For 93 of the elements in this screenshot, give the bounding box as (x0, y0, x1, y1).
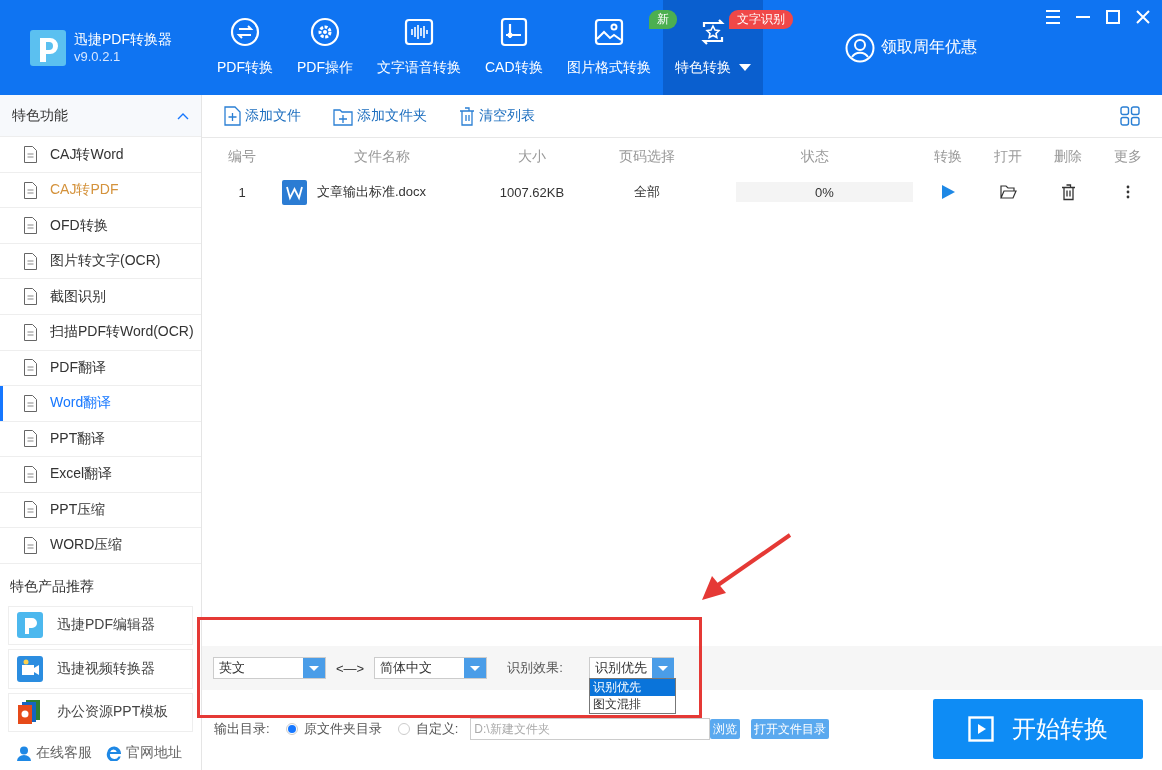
sidebar-item[interactable]: PPT翻译 (0, 421, 201, 458)
dropdown-option[interactable]: 图文混排 (589, 696, 675, 713)
progress-reading: 0% (815, 184, 834, 200)
app-logo-icon (30, 29, 66, 66)
browser-e-icon (106, 745, 122, 761)
nav-tab[interactable]: PDF操作 (285, 0, 365, 95)
play-square-icon (968, 716, 994, 742)
folder-icon[interactable] (999, 184, 1017, 200)
gear-circle-icon (308, 15, 342, 49)
chevron-up-icon[interactable] (177, 111, 189, 120)
column-header: 状态 (800, 148, 830, 166)
nav-tab[interactable]: PDF转换 (205, 0, 285, 95)
app-version: v9.0.2.1 (74, 47, 122, 66)
trash-icon (459, 106, 475, 126)
word-file-icon (282, 179, 307, 205)
column-header: 页码选择 (618, 148, 676, 166)
pdf-editor-app-icon (17, 612, 43, 639)
footer-link[interactable]: 官网地址 (106, 744, 182, 762)
document-icon (23, 359, 38, 377)
nav-badge: 文字识别 (728, 10, 793, 29)
swap-symbol: <—> (336, 660, 365, 676)
sidebar-item[interactable]: Word翻译 (0, 386, 201, 422)
document-icon (23, 536, 38, 554)
radio-label[interactable]: 原文件夹目录 (303, 720, 382, 738)
add-folder-icon (333, 106, 353, 126)
path-field[interactable]: D:\新建文件夹 (470, 718, 711, 740)
product-card[interactable]: 迅捷视频转换器 (8, 649, 193, 689)
footer-link[interactable]: 在线客服 (16, 744, 92, 762)
row-number: 1 (237, 184, 247, 200)
support-agent-icon (16, 745, 32, 761)
language-select[interactable]: 简体中文 (374, 657, 488, 679)
sidebar-item[interactable]: OFD转换 (0, 208, 201, 244)
column-header: 删除 (1053, 148, 1083, 166)
document-icon (23, 217, 38, 235)
product-card[interactable]: 办公资源PPT模板 (8, 692, 193, 732)
nav-tab[interactable]: 文字语音转换 (365, 0, 473, 95)
user-circle-icon (844, 32, 875, 63)
document-icon (23, 252, 38, 270)
app-title: 迅捷PDF转换器 (74, 29, 172, 48)
document-icon (23, 181, 38, 199)
radio-button[interactable] (285, 723, 298, 735)
radio-button[interactable] (397, 723, 410, 735)
maximize-icon[interactable] (1104, 8, 1122, 26)
menu-icon[interactable] (1044, 8, 1062, 26)
radio-label[interactable]: 自定义: (415, 720, 459, 738)
close-icon[interactable] (1134, 8, 1152, 26)
toolbar-button[interactable]: 添加文件夹 (333, 106, 427, 126)
add-file-icon (224, 106, 241, 126)
column-header: 打开 (993, 148, 1023, 166)
sidebar-item[interactable]: PDF翻译 (0, 350, 201, 387)
document-icon (23, 430, 38, 448)
more-vertical-icon[interactable] (1126, 185, 1130, 199)
language-select[interactable]: 英文 (213, 657, 326, 679)
dropdown-option[interactable]: 识别优先 (589, 679, 675, 696)
file-size: 1007.62KB (498, 184, 566, 200)
sidebar-item[interactable]: Excel翻译 (0, 457, 201, 493)
swap-circle-icon (228, 15, 262, 49)
toolbar-button[interactable]: 清空列表 (459, 106, 535, 126)
caret-down-icon (738, 64, 751, 72)
column-header: 编号 (227, 148, 257, 166)
slides-app-icon (17, 699, 43, 726)
file-name: 文章输出标准.docx (317, 183, 427, 201)
nav-badge: 新 (648, 10, 677, 29)
sidebar-item[interactable]: WORD压缩 (0, 528, 201, 564)
document-icon (23, 465, 38, 483)
effect-select[interactable]: 识别优先 (588, 657, 674, 679)
sidebar-item[interactable]: PPT压缩 (0, 492, 201, 529)
column-header: 更多 (1113, 148, 1143, 166)
toolbar-button[interactable]: 添加文件 (224, 106, 301, 126)
column-header: 转换 (933, 148, 963, 166)
trash-icon[interactable] (1060, 183, 1076, 201)
video-converter-app-icon (17, 655, 43, 682)
promo-link[interactable]: 领取周年优惠 (880, 37, 977, 58)
sidebar-item[interactable]: 扫描PDF转Word(OCR) (0, 315, 201, 351)
sidebar-item[interactable]: CAJ转Word (0, 137, 201, 173)
column-header: 文件名称 (353, 148, 411, 166)
section-title: 特色产品推荐 (9, 576, 95, 596)
output-label: 输出目录: (214, 720, 270, 738)
document-icon (23, 323, 38, 341)
document-icon (23, 146, 38, 164)
grid-view-icon[interactable] (1120, 106, 1140, 126)
sidebar-item[interactable]: 截图识别 (0, 279, 201, 315)
sidebar-item[interactable]: 图片转文字(OCR) (0, 243, 201, 280)
page-range[interactable]: 全部 (582, 183, 712, 201)
effect-label: 识别效果: (507, 659, 563, 677)
document-icon (23, 288, 38, 306)
document-icon (23, 394, 38, 412)
play-icon[interactable] (941, 184, 955, 200)
document-icon (23, 501, 38, 519)
product-card[interactable]: 迅捷PDF编辑器 (8, 605, 193, 646)
nav-tab[interactable]: CAD转换 (473, 0, 555, 95)
section-title: 特色功能 (12, 106, 68, 125)
column-header: 大小 (517, 148, 547, 166)
